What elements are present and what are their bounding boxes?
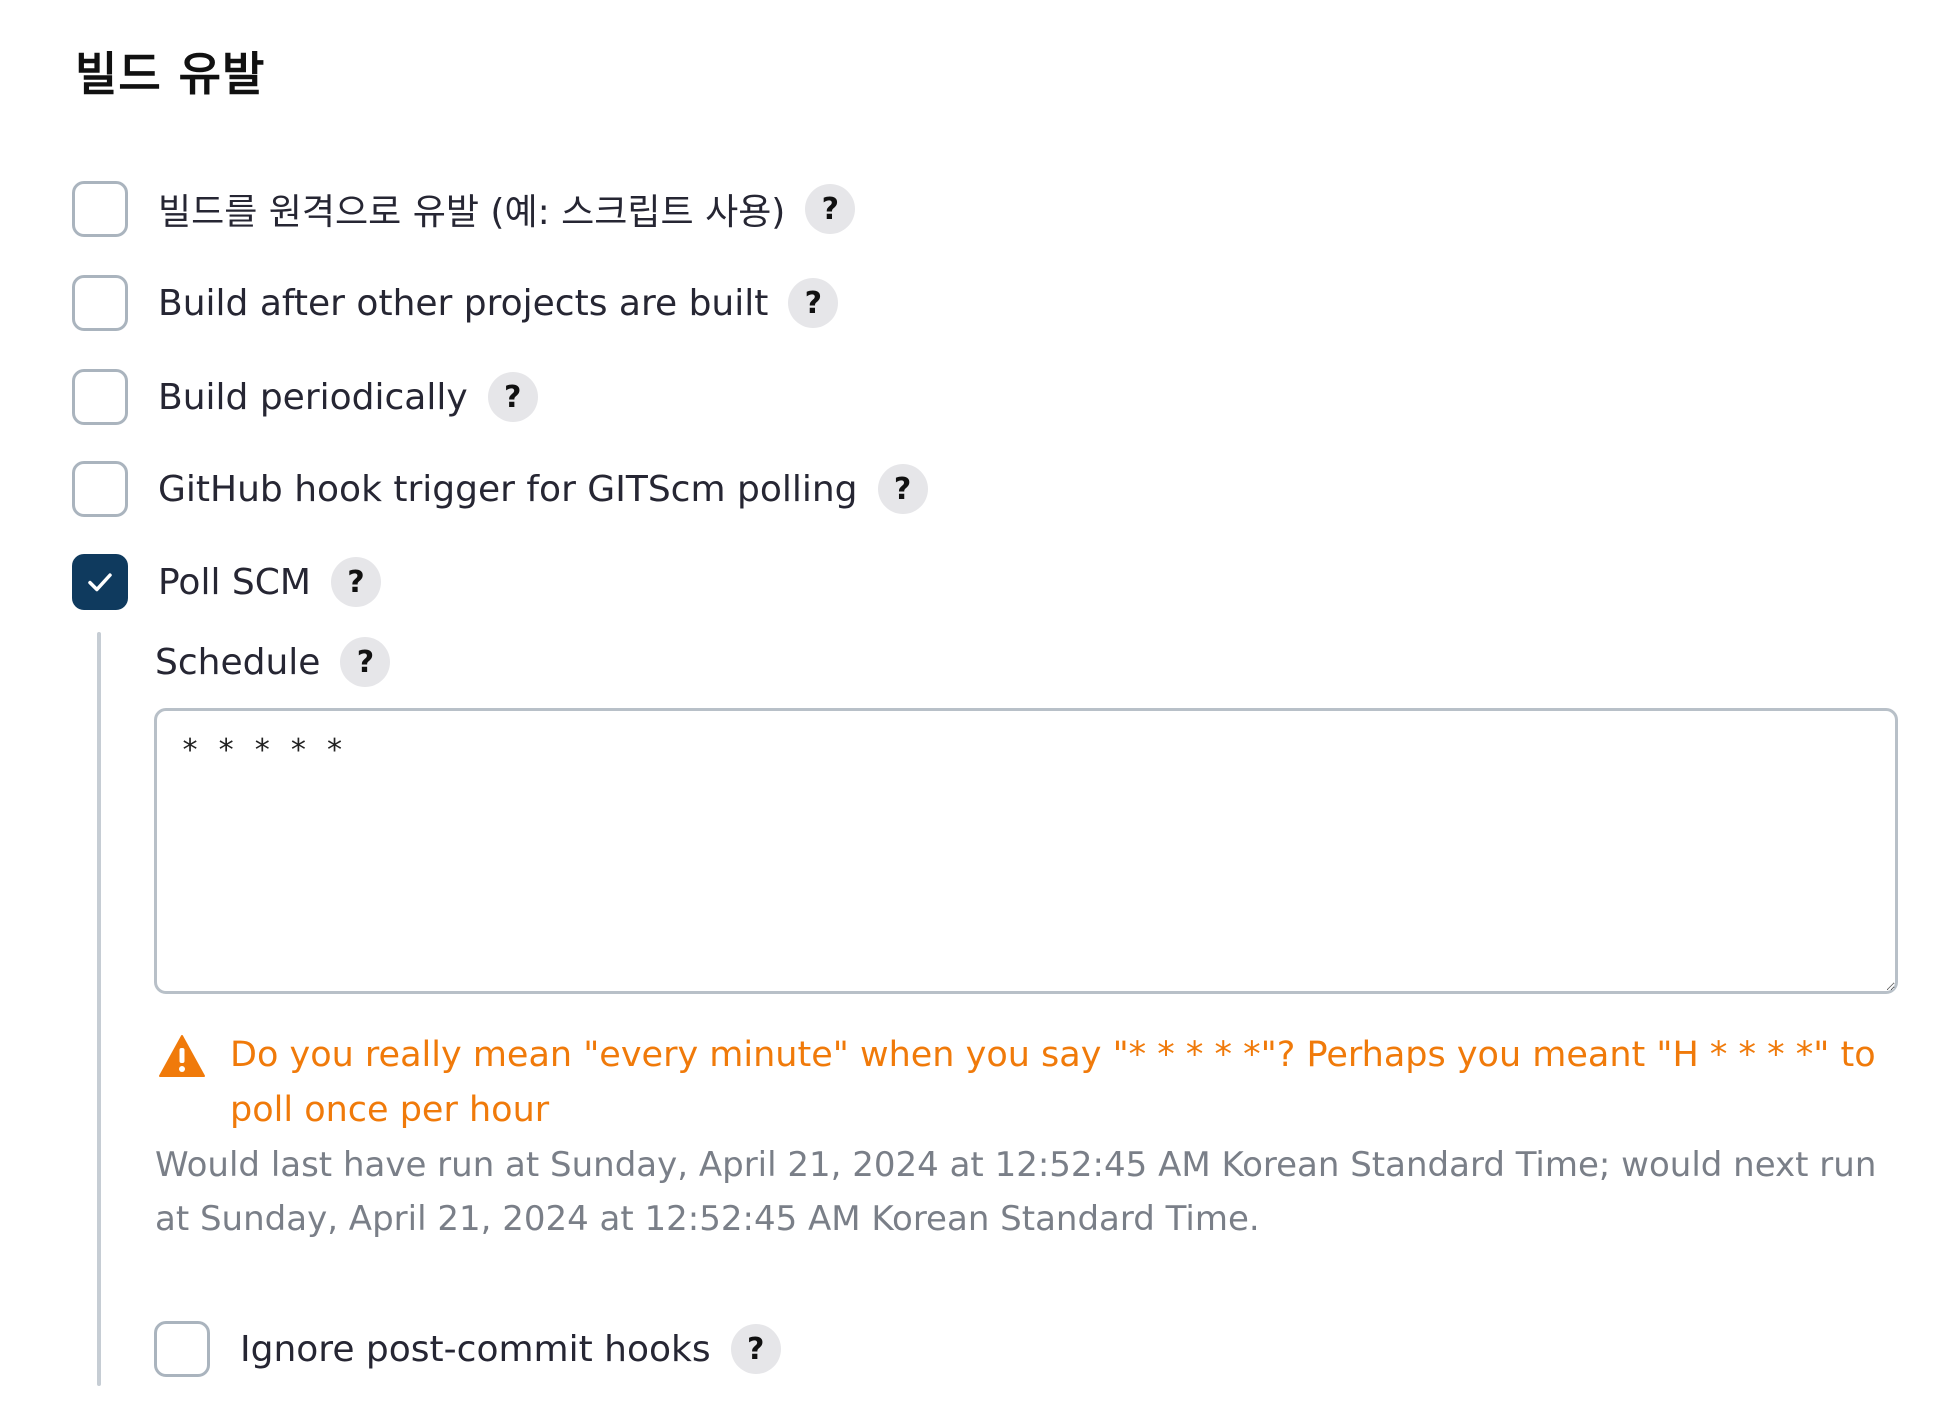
ignore-post-commit-hooks-label[interactable]: Ignore post-commit hooks: [240, 1329, 711, 1370]
trigger-remote-build: 빌드를 원격으로 유발 (예: 스크립트 사용) ?: [72, 179, 856, 239]
build-periodically-label[interactable]: Build periodically: [158, 377, 468, 418]
schedule-field-wrapper: * * * * *: [154, 708, 1898, 994]
build-after-other-label[interactable]: Build after other projects are built: [158, 283, 768, 324]
section-title: 빌드 유발: [75, 47, 266, 101]
warning-triangle-icon: [159, 1035, 205, 1077]
check-icon: [88, 573, 112, 592]
build-periodically-checkbox[interactable]: [72, 369, 128, 425]
help-icon[interactable]: ?: [487, 372, 538, 422]
trigger-build-periodically: Build periodically ?: [72, 367, 538, 427]
nested-indent-line: [97, 632, 101, 1386]
help-icon[interactable]: ?: [340, 637, 391, 687]
poll-scm-label[interactable]: Poll SCM: [158, 562, 311, 603]
github-hook-checkbox[interactable]: [72, 461, 128, 517]
schedule-run-info: Would last have run at Sunday, April 21,…: [155, 1145, 1877, 1239]
poll-scm-checkbox[interactable]: [72, 554, 128, 610]
help-icon[interactable]: ?: [730, 1324, 781, 1374]
build-after-other-checkbox[interactable]: [72, 275, 128, 331]
schedule-label: Schedule: [155, 641, 321, 683]
help-icon[interactable]: ?: [788, 278, 839, 328]
schedule-label-row: Schedule ?: [155, 632, 391, 692]
help-icon[interactable]: ?: [805, 184, 856, 234]
schedule-textarea[interactable]: * * * * *: [154, 708, 1898, 994]
help-icon[interactable]: ?: [330, 557, 381, 607]
trigger-github-hook: GitHub hook trigger for GITScm polling ?: [72, 459, 928, 519]
trigger-poll-scm: Poll SCM ?: [72, 552, 381, 612]
remote-build-checkbox[interactable]: [72, 181, 128, 237]
build-triggers-section: 빌드 유발 빌드를 원격으로 유발 (예: 스크립트 사용) ? Build a…: [0, 0, 1940, 1412]
ignore-post-commit-hooks-checkbox[interactable]: [154, 1321, 210, 1377]
warning-text: Do you really mean "every minute" when y…: [230, 1035, 1876, 1130]
help-icon[interactable]: ?: [877, 464, 928, 514]
trigger-build-after-other: Build after other projects are built ?: [72, 273, 839, 333]
ignore-post-commit-hooks-row: Ignore post-commit hooks ?: [154, 1319, 781, 1379]
github-hook-label[interactable]: GitHub hook trigger for GITScm polling: [158, 469, 858, 510]
remote-build-label[interactable]: 빌드를 원격으로 유발 (예: 스크립트 사용): [158, 183, 785, 235]
schedule-warning: Do you really mean "every minute" when y…: [158, 1028, 1898, 1138]
